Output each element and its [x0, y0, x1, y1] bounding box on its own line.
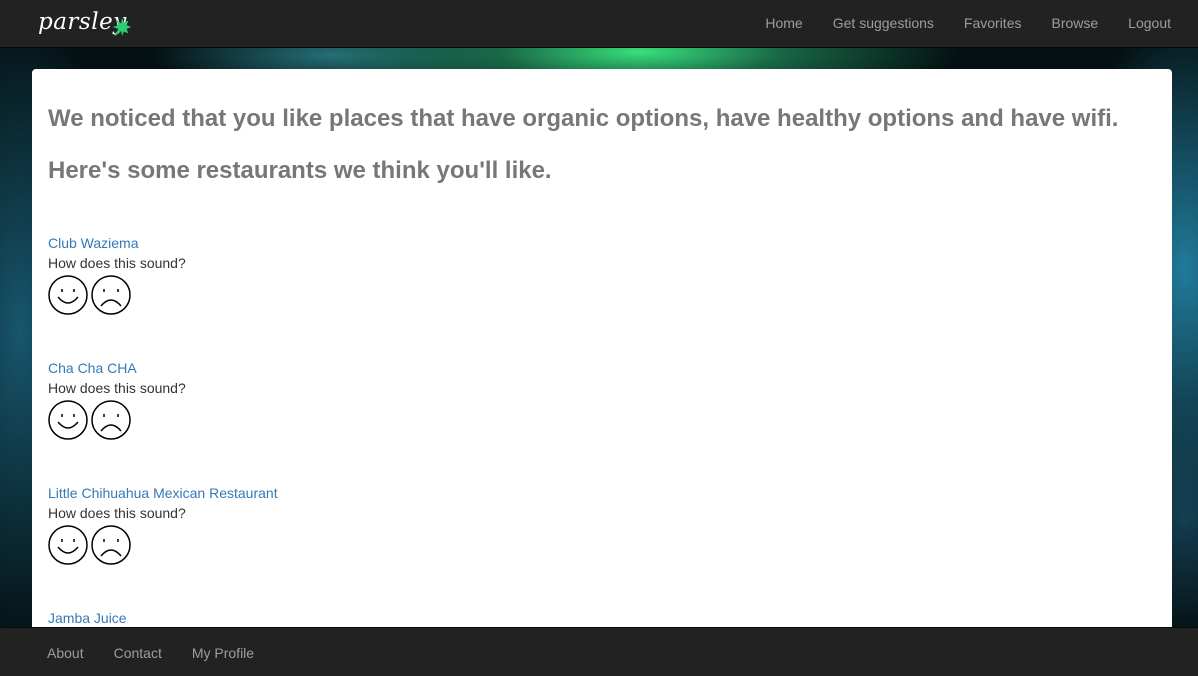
restaurant-link[interactable]: Little Chihuahua Mexican Restaurant — [48, 483, 278, 503]
suggestions-panel: We noticed that you like places that hav… — [32, 69, 1172, 639]
restaurant-link[interactable]: Cha Cha CHA — [48, 358, 186, 378]
footer-bar: About Contact My Profile — [0, 627, 1198, 676]
feedback-prompt: How does this sound? — [48, 255, 186, 271]
nav-links: Home Get suggestions Favorites Browse Lo… — [750, 0, 1186, 48]
frowny-face-icon[interactable] — [91, 525, 131, 565]
restaurant-item: Club Waziema How does this sound? — [48, 233, 186, 315]
suggestions-subheadline: Here's some restaurants we think you'll … — [48, 157, 552, 184]
top-navbar: parsley Home Get suggestions Favorites B… — [0, 0, 1198, 48]
preferences-headline: We noticed that you like places that hav… — [48, 105, 1119, 132]
nav-favorites[interactable]: Favorites — [949, 0, 1037, 48]
smiley-face-icon[interactable] — [48, 525, 88, 565]
leaf-icon — [112, 17, 132, 37]
restaurant-item: Jamba Juice — [48, 608, 127, 628]
restaurant-item: Little Chihuahua Mexican Restaurant How … — [48, 483, 278, 565]
footer-about[interactable]: About — [32, 628, 99, 676]
restaurant-item: Cha Cha CHA How does this sound? — [48, 358, 186, 440]
feedback-prompt: How does this sound? — [48, 505, 186, 521]
smiley-face-icon[interactable] — [48, 275, 88, 315]
feedback-prompt: How does this sound? — [48, 380, 186, 396]
feedback-buttons — [48, 400, 186, 440]
nav-home[interactable]: Home — [750, 0, 817, 48]
nav-logout[interactable]: Logout — [1113, 0, 1186, 48]
nav-get-suggestions[interactable]: Get suggestions — [818, 0, 949, 48]
restaurant-link[interactable]: Jamba Juice — [48, 608, 127, 628]
frowny-face-icon[interactable] — [91, 275, 131, 315]
footer-my-profile[interactable]: My Profile — [177, 628, 269, 676]
restaurant-link[interactable]: Club Waziema — [48, 233, 186, 253]
nav-browse[interactable]: Browse — [1036, 0, 1113, 48]
smiley-face-icon[interactable] — [48, 400, 88, 440]
feedback-buttons — [48, 525, 278, 565]
footer-links: About Contact My Profile — [32, 628, 269, 676]
feedback-buttons — [48, 275, 186, 315]
frowny-face-icon[interactable] — [91, 400, 131, 440]
footer-contact[interactable]: Contact — [99, 628, 177, 676]
